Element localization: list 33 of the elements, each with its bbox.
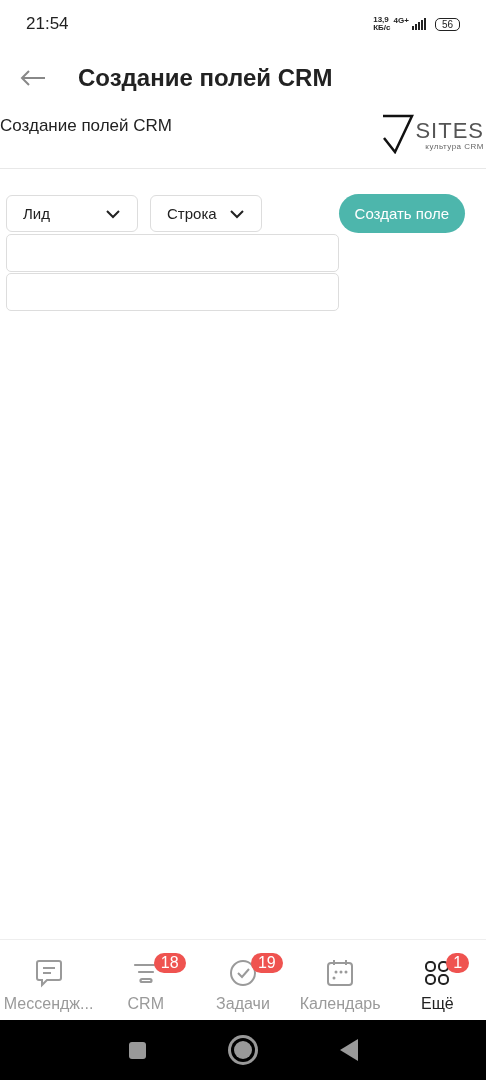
chevron-down-icon — [105, 208, 121, 219]
nav-tab[interactable]: Календарь — [293, 947, 388, 1013]
count-badge: 18 — [153, 953, 186, 973]
logo-tagline: культура CRM — [425, 142, 484, 151]
chevron-down-icon — [229, 208, 245, 219]
nav-tab[interactable]: Мессендж... — [1, 947, 96, 1013]
page-title: Создание полей CRM — [78, 64, 333, 92]
page-subtitle: Создание полей CRM — [0, 116, 172, 136]
nav-tab[interactable]: 19 Задачи — [195, 947, 290, 1013]
checkmark-icon — [381, 114, 416, 154]
nav-tab[interactable]: 18 CRM — [98, 947, 193, 1013]
back-icon[interactable] — [339, 1039, 358, 1061]
network-type: 4G+ — [393, 16, 409, 25]
input-field[interactable] — [6, 234, 339, 272]
signal-icon — [411, 18, 426, 30]
dropdown-select[interactable]: Строка — [150, 195, 262, 232]
count-badge: 19 — [250, 953, 283, 973]
dropdown-select[interactable]: Лид — [6, 195, 138, 232]
recents-icon[interactable] — [128, 1041, 146, 1059]
check-circle-icon — [228, 959, 257, 987]
count-badge: 1 — [446, 953, 470, 973]
logo-wordmark: SITES — [415, 120, 484, 142]
network-speed: 13,9 — [373, 16, 390, 24]
speed-unit: КБ/с — [373, 24, 391, 32]
back-arrow-icon[interactable] — [20, 70, 46, 86]
create-field-button[interactable]: Создать поле — [338, 194, 465, 233]
grid-icon — [424, 960, 451, 986]
nav-tab[interactable]: 1 Ещё — [390, 947, 485, 1013]
chat-icon — [34, 958, 63, 988]
input-field[interactable] — [6, 273, 339, 311]
battery-indicator: 56 — [434, 17, 460, 31]
status-time: 21:54 — [26, 14, 69, 34]
calendar-icon — [326, 959, 355, 987]
